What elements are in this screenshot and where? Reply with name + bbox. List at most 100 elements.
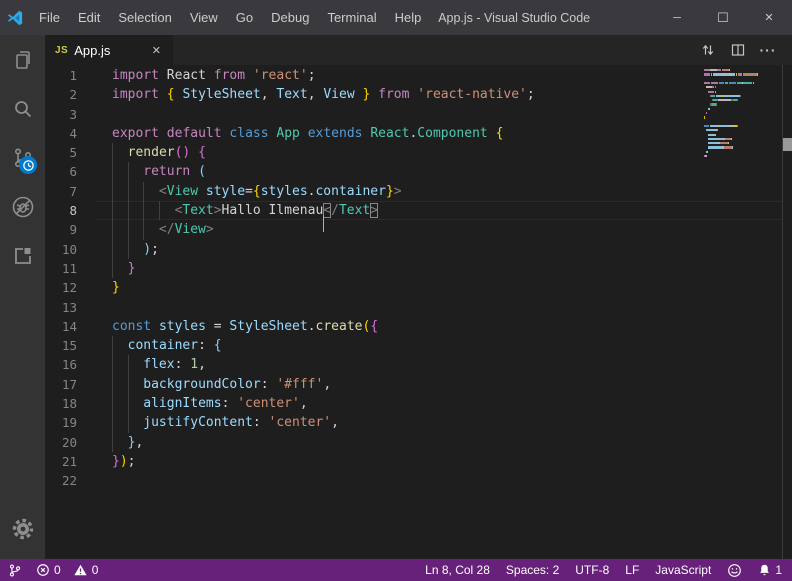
code-line[interactable]: 16flex: 1,	[45, 355, 792, 374]
split-editor-icon[interactable]	[728, 40, 748, 60]
minimize-button[interactable]: ─	[654, 0, 700, 35]
indent-guide	[128, 375, 144, 394]
code-line[interactable]: 4export default class App extends React.…	[45, 124, 792, 143]
indentation[interactable]: Spaces: 2	[506, 563, 559, 577]
menu-item-view[interactable]: View	[181, 0, 227, 35]
indent-guide	[112, 143, 128, 162]
indent-guide	[112, 394, 128, 413]
code-line[interactable]: 21});	[45, 452, 792, 471]
code-line[interactable]: 14const styles = StyleSheet.create({	[45, 317, 792, 336]
code-token: }	[112, 454, 120, 469]
code-token: container	[128, 338, 198, 353]
code-token: create	[316, 319, 363, 334]
code-token: 'react-native'	[417, 87, 527, 102]
code-editor[interactable]: 1import React from 'react';2import { Sty…	[45, 65, 792, 559]
code-line[interactable]: 9</View>	[45, 220, 792, 239]
javascript-file-icon: JS	[55, 45, 68, 56]
code-token: ,	[261, 87, 277, 102]
code-line[interactable]: 18alignItems: 'center',	[45, 394, 792, 413]
code-token: ;	[128, 454, 136, 469]
debug-icon[interactable]	[0, 182, 45, 231]
code-token: '#fff'	[276, 377, 323, 392]
code-line[interactable]: 8<Text>Hallo Ilmenau</Text>	[45, 201, 792, 220]
overview-ruler-cursor-marker[interactable]	[783, 138, 792, 151]
code-line[interactable]: 10);	[45, 240, 792, 259]
code-token: import	[112, 87, 159, 102]
extensions-icon[interactable]	[0, 231, 45, 280]
line-number: 15	[45, 336, 97, 355]
code-token: Component	[417, 126, 487, 141]
code-line[interactable]: 22	[45, 471, 792, 490]
code-line[interactable]: 17backgroundColor: '#fff',	[45, 375, 792, 394]
code-line[interactable]: 6return (	[45, 162, 792, 181]
code-token: ,	[300, 396, 308, 411]
code-line[interactable]: 3	[45, 105, 792, 124]
language-mode[interactable]: JavaScript	[655, 563, 711, 577]
code-token: >	[370, 203, 378, 218]
code-token: 'react'	[253, 68, 308, 83]
title-bar: FileEditSelectionViewGoDebugTerminalHelp…	[0, 0, 792, 35]
code-line[interactable]: 15container: {	[45, 336, 792, 355]
indent-guide	[128, 182, 144, 201]
code-token: styles	[159, 319, 206, 334]
minimap[interactable]	[704, 68, 762, 163]
code-line[interactable]: 20},	[45, 433, 792, 452]
code-line[interactable]: 7<View style={styles.container}>	[45, 182, 792, 201]
tab-appjs[interactable]: JS App.js ✕	[45, 35, 173, 65]
settings-gear-icon[interactable]	[0, 509, 45, 549]
code-line[interactable]: 12}	[45, 278, 792, 297]
code-line-text: </View>	[97, 220, 783, 239]
more-actions-icon[interactable]: ···	[758, 40, 778, 60]
menu-item-file[interactable]: File	[30, 0, 69, 35]
code-token: ()	[175, 145, 191, 160]
source-control-icon[interactable]	[0, 133, 45, 182]
line-number: 5	[45, 143, 97, 162]
code-line[interactable]: 19justifyContent: 'center',	[45, 413, 792, 432]
code-token: container	[315, 184, 385, 199]
close-button[interactable]: ✕	[746, 0, 792, 35]
sync-changes-icon[interactable]	[698, 40, 718, 60]
encoding[interactable]: UTF-8	[575, 563, 609, 577]
code-token: Text	[182, 203, 213, 218]
tab-close-icon[interactable]: ✕	[150, 42, 163, 59]
maximize-button[interactable]: ☐	[700, 0, 746, 35]
code-token: >	[206, 222, 214, 237]
menu-item-selection[interactable]: Selection	[109, 0, 180, 35]
code-line[interactable]: 2import { StyleSheet, Text, View } from …	[45, 85, 792, 104]
indent-guide	[143, 201, 159, 220]
code-line[interactable]: 5render() {	[45, 143, 792, 162]
code-token: 'center'	[237, 396, 300, 411]
menu-item-go[interactable]: Go	[227, 0, 262, 35]
code-token: Hallo Ilmenau	[222, 203, 324, 218]
cursor-position[interactable]: Ln 8, Col 28	[425, 563, 490, 577]
activity-bar	[0, 35, 45, 559]
code-token: from	[378, 87, 409, 102]
eol-sequence[interactable]: LF	[625, 563, 639, 577]
menu-item-edit[interactable]: Edit	[69, 0, 109, 35]
code-token: :	[222, 396, 238, 411]
feedback-smiley-icon[interactable]	[727, 563, 742, 578]
code-token: .	[308, 319, 316, 334]
menu-item-terminal[interactable]: Terminal	[318, 0, 385, 35]
line-number: 18	[45, 394, 97, 413]
git-branch-icon[interactable]	[8, 563, 22, 578]
code-line-text: return (	[97, 162, 783, 181]
code-line[interactable]: 13	[45, 298, 792, 317]
status-bar: 0 0 Ln 8, Col 28 Spaces: 2 UTF-8 LF Java…	[0, 559, 792, 581]
code-line-text	[97, 105, 783, 124]
code-token: style	[206, 184, 245, 199]
notifications-bell[interactable]: 1	[758, 563, 782, 577]
indent-guide	[128, 220, 144, 239]
bell-icon	[758, 563, 771, 577]
code-line[interactable]: 11}	[45, 259, 792, 278]
code-line-text: backgroundColor: '#fff',	[97, 375, 783, 394]
indent-guide	[112, 162, 128, 181]
code-line[interactable]: 1import React from 'react';	[45, 66, 792, 85]
indent-guide	[112, 433, 128, 452]
menu-item-debug[interactable]: Debug	[262, 0, 318, 35]
problems-status[interactable]: 0 0	[36, 563, 98, 577]
code-token: {	[198, 145, 206, 160]
search-icon[interactable]	[0, 84, 45, 133]
explorer-icon[interactable]	[0, 35, 45, 84]
indent-guide	[112, 220, 128, 239]
